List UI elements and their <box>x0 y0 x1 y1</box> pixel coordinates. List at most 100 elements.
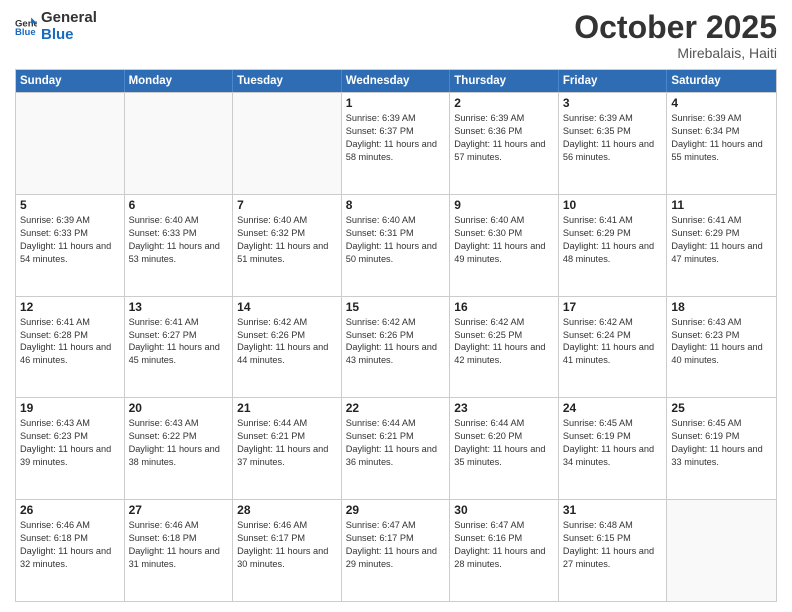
header: General Blue General Blue October 2025 M… <box>15 10 777 61</box>
cell-day-number: 27 <box>129 503 229 517</box>
cell-day-number: 26 <box>20 503 120 517</box>
cell-day-number: 16 <box>454 300 554 314</box>
cell-info: Sunrise: 6:44 AM Sunset: 6:21 PM Dayligh… <box>346 417 446 469</box>
week-1: 1Sunrise: 6:39 AM Sunset: 6:37 PM Daylig… <box>16 92 776 194</box>
logo: General Blue General Blue <box>15 10 97 43</box>
cell-day-number: 4 <box>671 96 772 110</box>
day-11: 11 Sunrise: 6:41 AM Sunset: 6:29 PM Dayli… <box>667 195 776 296</box>
cell-info: Sunrise: 6:45 AM Sunset: 6:19 PM Dayligh… <box>563 417 663 469</box>
cell-info: Sunrise: 6:42 AM Sunset: 6:26 PM Dayligh… <box>346 316 446 368</box>
day-29: 29 Sunrise: 6:47 AM Sunset: 6:17 PM Dayli… <box>342 500 451 601</box>
page: General Blue General Blue October 2025 M… <box>0 0 792 612</box>
day-8: 8Sunrise: 6:40 AM Sunset: 6:31 PM Daylig… <box>342 195 451 296</box>
cell-info: Sunrise: 6:41 AM Sunset: 6:27 PM Dayligh… <box>129 316 229 368</box>
cell-info: Sunrise: 6:41 AM Sunset: 6:29 PM Dayligh… <box>671 214 772 266</box>
day-16: 16Sunrise: 6:42 AM Sunset: 6:25 PM Dayli… <box>450 297 559 398</box>
location: Mirebalais, Haiti <box>574 45 777 61</box>
header-friday: Friday <box>559 70 668 92</box>
empty-cell <box>125 93 234 194</box>
cell-day-number: 2 <box>454 96 554 110</box>
logo-blue-text: Blue <box>41 27 97 44</box>
day-12: 12Sunrise: 6:41 AM Sunset: 6:28 PM Dayli… <box>16 297 125 398</box>
cell-info: Sunrise: 6:45 AM Sunset: 6:19 PM Dayligh… <box>671 417 772 469</box>
cell-day-number: 25 <box>671 401 772 415</box>
week-5: 26 Sunrise: 6:46 AM Sunset: 6:18 PM Dayli… <box>16 499 776 601</box>
cell-info: Sunrise: 6:44 AM Sunset: 6:20 PM Dayligh… <box>454 417 554 469</box>
cell-day-number: 11 <box>671 198 772 212</box>
cell-info: Sunrise: 6:42 AM Sunset: 6:24 PM Dayligh… <box>563 316 663 368</box>
day-24: 24 Sunrise: 6:45 AM Sunset: 6:19 PM Dayli… <box>559 398 668 499</box>
calendar: Sunday Monday Tuesday Wednesday Thursday… <box>15 69 777 602</box>
header-thursday: Thursday <box>450 70 559 92</box>
week-4: 19Sunrise: 6:43 AM Sunset: 6:23 PM Dayli… <box>16 397 776 499</box>
cell-day-number: 9 <box>454 198 554 212</box>
day-4: 4Sunrise: 6:39 AM Sunset: 6:34 PM Daylig… <box>667 93 776 194</box>
cell-day-number: 18 <box>671 300 772 314</box>
logo-general-text: General <box>41 10 97 27</box>
cell-info: Sunrise: 6:40 AM Sunset: 6:31 PM Dayligh… <box>346 214 446 266</box>
cell-day-number: 20 <box>129 401 229 415</box>
cell-info: Sunrise: 6:40 AM Sunset: 6:33 PM Dayligh… <box>129 214 229 266</box>
cell-info: Sunrise: 6:44 AM Sunset: 6:21 PM Dayligh… <box>237 417 337 469</box>
cell-day-number: 22 <box>346 401 446 415</box>
empty-cell <box>16 93 125 194</box>
header-monday: Monday <box>125 70 234 92</box>
cell-day-number: 24 <box>563 401 663 415</box>
cell-info: Sunrise: 6:39 AM Sunset: 6:37 PM Dayligh… <box>346 112 446 164</box>
cell-day-number: 14 <box>237 300 337 314</box>
cell-info: Sunrise: 6:46 AM Sunset: 6:18 PM Dayligh… <box>20 519 120 571</box>
cell-info: Sunrise: 6:47 AM Sunset: 6:16 PM Dayligh… <box>454 519 554 571</box>
svg-text:Blue: Blue <box>15 27 36 38</box>
header-tuesday: Tuesday <box>233 70 342 92</box>
cell-day-number: 10 <box>563 198 663 212</box>
day-9: 9 Sunrise: 6:40 AM Sunset: 6:30 PM Daylig… <box>450 195 559 296</box>
empty-cell <box>667 500 776 601</box>
cell-day-number: 29 <box>346 503 446 517</box>
day-15: 15 Sunrise: 6:42 AM Sunset: 6:26 PM Dayli… <box>342 297 451 398</box>
cell-info: Sunrise: 6:46 AM Sunset: 6:17 PM Dayligh… <box>237 519 337 571</box>
header-saturday: Saturday <box>667 70 776 92</box>
month-title: October 2025 <box>574 10 777 45</box>
cell-day-number: 7 <box>237 198 337 212</box>
header-sunday: Sunday <box>16 70 125 92</box>
cell-day-number: 23 <box>454 401 554 415</box>
day-17: 17 Sunrise: 6:42 AM Sunset: 6:24 PM Dayli… <box>559 297 668 398</box>
calendar-body: 1Sunrise: 6:39 AM Sunset: 6:37 PM Daylig… <box>16 92 776 601</box>
day-27: 27 Sunrise: 6:46 AM Sunset: 6:18 PM Dayli… <box>125 500 234 601</box>
calendar-header: Sunday Monday Tuesday Wednesday Thursday… <box>16 70 776 92</box>
cell-info: Sunrise: 6:43 AM Sunset: 6:22 PM Dayligh… <box>129 417 229 469</box>
cell-info: Sunrise: 6:39 AM Sunset: 6:36 PM Dayligh… <box>454 112 554 164</box>
cell-day-number: 6 <box>129 198 229 212</box>
day-10: 10 Sunrise: 6:41 AM Sunset: 6:29 PM Dayli… <box>559 195 668 296</box>
title-block: October 2025 Mirebalais, Haiti <box>574 10 777 61</box>
day-25: 25 Sunrise: 6:45 AM Sunset: 6:19 PM Dayli… <box>667 398 776 499</box>
cell-day-number: 31 <box>563 503 663 517</box>
cell-day-number: 3 <box>563 96 663 110</box>
cell-info: Sunrise: 6:39 AM Sunset: 6:33 PM Dayligh… <box>20 214 120 266</box>
day-7: 7Sunrise: 6:40 AM Sunset: 6:32 PM Daylig… <box>233 195 342 296</box>
empty-cell <box>233 93 342 194</box>
cell-info: Sunrise: 6:42 AM Sunset: 6:26 PM Dayligh… <box>237 316 337 368</box>
day-13: 13 Sunrise: 6:41 AM Sunset: 6:27 PM Dayli… <box>125 297 234 398</box>
day-5: 5 Sunrise: 6:39 AM Sunset: 6:33 PM Daylig… <box>16 195 125 296</box>
day-18: 18Sunrise: 6:43 AM Sunset: 6:23 PM Dayli… <box>667 297 776 398</box>
cell-info: Sunrise: 6:40 AM Sunset: 6:30 PM Dayligh… <box>454 214 554 266</box>
cell-day-number: 13 <box>129 300 229 314</box>
cell-info: Sunrise: 6:46 AM Sunset: 6:18 PM Dayligh… <box>129 519 229 571</box>
cell-day-number: 17 <box>563 300 663 314</box>
day-22: 22 Sunrise: 6:44 AM Sunset: 6:21 PM Dayli… <box>342 398 451 499</box>
day-23: 23 Sunrise: 6:44 AM Sunset: 6:20 PM Dayli… <box>450 398 559 499</box>
day-19: 19Sunrise: 6:43 AM Sunset: 6:23 PM Dayli… <box>16 398 125 499</box>
cell-info: Sunrise: 6:47 AM Sunset: 6:17 PM Dayligh… <box>346 519 446 571</box>
cell-info: Sunrise: 6:41 AM Sunset: 6:29 PM Dayligh… <box>563 214 663 266</box>
cell-day-number: 15 <box>346 300 446 314</box>
day-30: 30Sunrise: 6:47 AM Sunset: 6:16 PM Dayli… <box>450 500 559 601</box>
day-2: 2 Sunrise: 6:39 AM Sunset: 6:36 PM Daylig… <box>450 93 559 194</box>
cell-day-number: 21 <box>237 401 337 415</box>
day-20: 20 Sunrise: 6:43 AM Sunset: 6:22 PM Dayli… <box>125 398 234 499</box>
day-3: 3Sunrise: 6:39 AM Sunset: 6:35 PM Daylig… <box>559 93 668 194</box>
cell-day-number: 28 <box>237 503 337 517</box>
cell-day-number: 5 <box>20 198 120 212</box>
cell-day-number: 12 <box>20 300 120 314</box>
day-21: 21 Sunrise: 6:44 AM Sunset: 6:21 PM Dayli… <box>233 398 342 499</box>
